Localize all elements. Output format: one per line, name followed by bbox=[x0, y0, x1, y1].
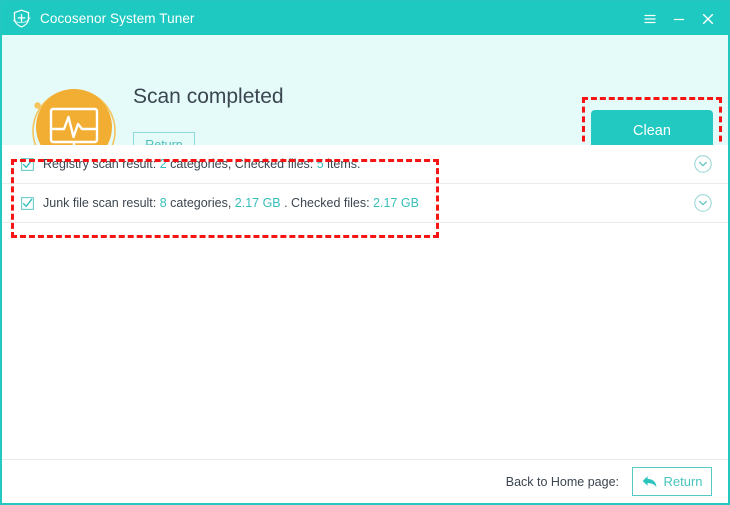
footer-label: Back to Home page: bbox=[505, 474, 619, 489]
registry-row-checkbox[interactable] bbox=[21, 157, 34, 171]
minimize-icon[interactable] bbox=[671, 11, 687, 27]
junk-row-label: Junk file scan result: 8 categories, 2.1… bbox=[43, 196, 419, 210]
scan-results-list: Registry scan result: 2 categories, Chec… bbox=[2, 145, 728, 223]
chevron-down-circle-icon[interactable] bbox=[694, 194, 712, 212]
title-bar: Cocosenor System Tuner bbox=[2, 2, 728, 35]
registry-row-label: Registry scan result: 2 categories, Chec… bbox=[43, 157, 361, 171]
status-header: Scan completed Return Clean bbox=[2, 35, 728, 173]
footer-return-button[interactable]: Return bbox=[632, 467, 712, 496]
hamburger-icon[interactable] bbox=[642, 11, 658, 27]
chevron-down-circle-icon[interactable] bbox=[694, 155, 712, 173]
window-controls bbox=[642, 11, 720, 27]
app-window: Cocosenor System Tuner Scan completed Re… bbox=[0, 0, 730, 505]
app-title: Cocosenor System Tuner bbox=[40, 11, 195, 26]
page-title: Scan completed bbox=[133, 85, 284, 108]
junk-row-checkbox[interactable] bbox=[21, 196, 34, 210]
shield-plus-icon bbox=[12, 9, 31, 28]
close-icon[interactable] bbox=[700, 11, 716, 27]
footer-return-label: Return bbox=[663, 474, 703, 489]
back-arrow-icon bbox=[643, 476, 657, 488]
table-row[interactable]: Registry scan result: 2 categories, Chec… bbox=[2, 145, 728, 184]
footer-bar: Back to Home page: Return bbox=[2, 459, 728, 503]
table-row[interactable]: Junk file scan result: 8 categories, 2.1… bbox=[2, 184, 728, 223]
